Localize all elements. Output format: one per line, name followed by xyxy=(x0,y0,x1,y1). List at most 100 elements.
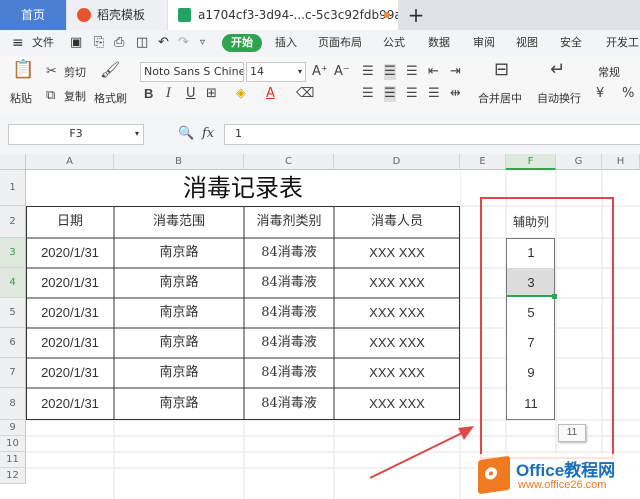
copy-button[interactable]: 复制 xyxy=(64,88,86,104)
indent-decrease-icon[interactable]: ⇤ xyxy=(428,64,439,80)
cell-date[interactable]: 2020/1/31 xyxy=(26,268,114,298)
menu-start[interactable]: 开始 xyxy=(222,34,262,52)
cell-disinfectant[interactable]: 84消毒液 xyxy=(244,358,334,388)
name-box[interactable]: F3 ▾ xyxy=(8,124,144,145)
column-header-g[interactable]: G xyxy=(556,154,602,170)
export-icon[interactable]: ⎘ xyxy=(94,30,104,56)
cell-staff[interactable]: XXX XXX xyxy=(334,268,460,298)
menu-page-layout[interactable]: 页面布局 xyxy=(318,30,362,56)
cell-date[interactable]: 2020/1/31 xyxy=(26,388,114,420)
paste-icon[interactable]: 📋 xyxy=(12,61,34,84)
italic-icon[interactable]: I xyxy=(166,86,171,102)
indent-increase-icon[interactable]: ⇥ xyxy=(450,64,461,80)
row-header-6[interactable]: 6 xyxy=(0,328,26,358)
wrap-text-button[interactable]: 自动换行 xyxy=(537,90,581,106)
align-middle-icon[interactable]: ☰ xyxy=(384,64,396,80)
cut-icon[interactable]: ✂ xyxy=(46,64,57,80)
cell-staff[interactable]: XXX XXX xyxy=(334,298,460,328)
print-icon[interactable]: ⎙ xyxy=(114,30,124,56)
row-header-8[interactable]: 8 xyxy=(0,388,26,420)
select-all-corner[interactable] xyxy=(0,154,26,170)
percent-icon[interactable]: % xyxy=(622,86,634,102)
fx-icon[interactable]: fx xyxy=(202,126,214,142)
cell-disinfectant[interactable]: 84消毒液 xyxy=(244,388,334,420)
cut-button[interactable]: 剪切 xyxy=(64,64,86,80)
cell-disinfectant[interactable]: 84消毒液 xyxy=(244,238,334,268)
cell-scope[interactable]: 南京路 xyxy=(114,238,244,268)
row-header-5[interactable]: 5 xyxy=(0,298,26,328)
cell-staff[interactable]: XXX XXX xyxy=(334,328,460,358)
cell-date[interactable]: 2020/1/31 xyxy=(26,328,114,358)
align-right-icon[interactable]: ☰ xyxy=(406,86,418,102)
bold-icon[interactable]: B xyxy=(144,86,153,102)
menu-security[interactable]: 安全 xyxy=(560,30,582,56)
save-icon[interactable]: ▣ xyxy=(70,30,82,56)
cell-disinfectant[interactable]: 84消毒液 xyxy=(244,268,334,298)
menu-view[interactable]: 视图 xyxy=(516,30,538,56)
redo-icon[interactable]: ↷ xyxy=(178,30,189,56)
menu-file[interactable]: 文件 xyxy=(32,30,54,56)
row-header-9[interactable]: 9 xyxy=(0,420,26,436)
distribute-icon[interactable]: ⇹ xyxy=(450,86,461,102)
sheet-title[interactable]: 消毒记录表 xyxy=(26,170,460,206)
cell-date[interactable]: 2020/1/31 xyxy=(26,298,114,328)
cell-scope[interactable]: 南京路 xyxy=(114,268,244,298)
cell-scope[interactable]: 南京路 xyxy=(114,298,244,328)
row-header-12[interactable]: 12 xyxy=(0,468,26,484)
header-disinfectant[interactable]: 消毒剂类别 xyxy=(244,206,334,238)
header-date[interactable]: 日期 xyxy=(26,206,114,238)
menu-formula[interactable]: 公式 xyxy=(383,30,405,56)
column-header-f[interactable]: F xyxy=(506,154,556,170)
menu-insert[interactable]: 插入 xyxy=(275,30,297,56)
row-header-7[interactable]: 7 xyxy=(0,358,26,388)
zoom-icon[interactable]: 🔍 xyxy=(178,126,194,142)
format-painter-icon[interactable]: 🖌 xyxy=(100,62,120,78)
row-header-4[interactable]: 4 xyxy=(0,268,26,298)
fill-color-icon[interactable]: ◈ xyxy=(236,86,246,102)
cell-staff[interactable]: XXX XXX xyxy=(334,238,460,268)
tab-template[interactable]: 稻壳模板 xyxy=(67,0,167,30)
row-header-1[interactable]: 1 xyxy=(0,170,26,206)
copy-icon[interactable]: ⧉ xyxy=(46,88,55,104)
font-name-select[interactable]: Noto Sans S Chine xyxy=(140,62,244,82)
currency-icon[interactable]: ¥ xyxy=(596,86,604,102)
row-header-10[interactable]: 10 xyxy=(0,436,26,452)
align-left-icon[interactable]: ☰ xyxy=(362,86,374,102)
new-tab-button[interactable]: + xyxy=(404,0,428,30)
row-header-2[interactable]: 2 xyxy=(0,206,26,238)
menu-developer[interactable]: 开发工 xyxy=(606,30,639,56)
column-header-h[interactable]: H xyxy=(602,154,640,170)
justify-icon[interactable]: ☰ xyxy=(428,86,440,102)
column-header-d[interactable]: D xyxy=(334,154,460,170)
align-bottom-icon[interactable]: ☰ xyxy=(406,64,418,80)
menu-data[interactable]: 数据 xyxy=(428,30,450,56)
wrap-text-icon[interactable]: ↵ xyxy=(550,61,565,79)
spreadsheet-grid[interactable]: A B C D E F G H 1 2 3 4 5 6 7 8 9 10 11 … xyxy=(0,154,640,499)
row-header-3[interactable]: 3 xyxy=(0,238,26,268)
font-size-select[interactable]: 14 ▾ xyxy=(246,62,306,82)
decrease-font-icon[interactable]: A⁻ xyxy=(334,64,350,80)
header-staff[interactable]: 消毒人员 xyxy=(334,206,460,238)
border-icon[interactable]: ⊞ xyxy=(206,86,217,102)
column-header-e[interactable]: E xyxy=(460,154,506,170)
tab-document[interactable]: a1704cf3-3d94-...c-5c3c92fdb99a xyxy=(168,0,398,30)
column-header-c[interactable]: C xyxy=(244,154,334,170)
merge-center-button[interactable]: 合并居中 xyxy=(478,90,522,106)
formula-input[interactable]: 1 xyxy=(224,124,640,145)
cell-disinfectant[interactable]: 84消毒液 xyxy=(244,298,334,328)
cell-disinfectant[interactable]: 84消毒液 xyxy=(244,328,334,358)
cell-scope[interactable]: 南京路 xyxy=(114,328,244,358)
header-scope[interactable]: 消毒范围 xyxy=(114,206,244,238)
number-format-select[interactable]: 常规 xyxy=(598,64,620,80)
cell-scope[interactable]: 南京路 xyxy=(114,358,244,388)
column-header-a[interactable]: A xyxy=(26,154,114,170)
align-top-icon[interactable]: ☰ xyxy=(362,64,374,80)
clear-format-icon[interactable]: ⌫ xyxy=(296,86,314,102)
customize-icon[interactable]: ▿ xyxy=(200,30,205,56)
merge-center-icon[interactable]: ⊟ xyxy=(494,61,509,79)
cell-date[interactable]: 2020/1/31 xyxy=(26,358,114,388)
font-color-icon[interactable]: A xyxy=(266,86,275,102)
paste-button[interactable]: 粘贴 xyxy=(10,90,32,106)
undo-icon[interactable]: ↶ xyxy=(158,30,169,56)
cell-staff[interactable]: XXX XXX xyxy=(334,358,460,388)
